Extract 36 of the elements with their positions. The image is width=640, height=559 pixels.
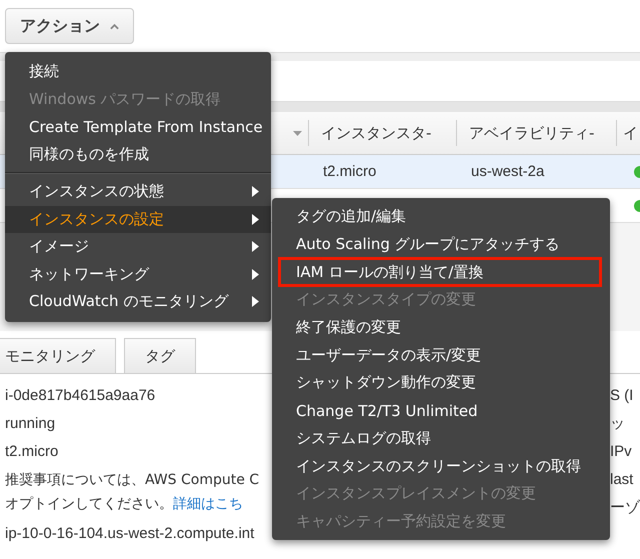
recommendation-text: 推奨事項については、AWS Compute C オプトインしてください。詳細はこち [5,471,260,514]
table-cell: us-west-2a [471,163,544,180]
detail-tab[interactable]: タグ [124,338,196,373]
detail-value: S (I [610,386,634,406]
column-header[interactable]: インスタンスタ- [308,120,456,146]
detail-value: t2.micro [5,442,58,462]
menu-item[interactable]: シャットダウン動作の変更 [272,369,610,397]
menu-item[interactable]: ネットワーキング [5,260,271,288]
table-cell: t2.micro [323,163,376,180]
caret-icon [110,22,119,30]
detail-value: last [610,470,634,490]
menu-item[interactable]: Auto Scaling グループにアタッチする [272,230,610,258]
detail-value: IPv [610,442,633,462]
menu-item[interactable]: タグの追加/編集 [272,203,610,231]
menu-item[interactable]: インスタンスの設定 [5,206,271,233]
menu-item[interactable]: Create Template From Instance [5,113,271,140]
column-header[interactable]: アベイラビリティ- [456,120,616,146]
sort-caret-icon[interactable] [293,130,302,136]
detail-tab[interactable]: モニタリング [0,338,116,373]
menu-item[interactable]: 終了保護の変更 [272,314,610,342]
column-header[interactable]: イ [616,120,640,146]
menu-item[interactable]: イメージ [5,233,271,260]
menu-item[interactable]: ユーザーデータの表示/変更 [272,341,610,370]
detail-value: running [5,414,56,434]
menu-item[interactable]: Change T2/T3 Unlimited [272,396,610,424]
details-link[interactable]: 詳細はこち [173,496,243,512]
detail-value: i-0de817b4615a9aa76 [5,386,156,406]
detail-value: ip-10-0-16-104.us-west-2.compute.int [5,524,254,544]
menu-item[interactable]: システムログの取得 [272,424,610,452]
actions-button[interactable]: アクション [5,8,134,44]
menu-item[interactable]: インスタンスのスクリーンショットの取得 [272,452,610,480]
menu-item[interactable]: IAM ロールの割り当て/置換 [272,258,610,286]
detail-value: ーゾ [610,498,640,518]
menu-item[interactable]: CloudWatch のモニタリング [5,288,271,316]
detail-value: ッ [610,414,626,434]
menu-item[interactable]: 接続 [5,58,271,86]
